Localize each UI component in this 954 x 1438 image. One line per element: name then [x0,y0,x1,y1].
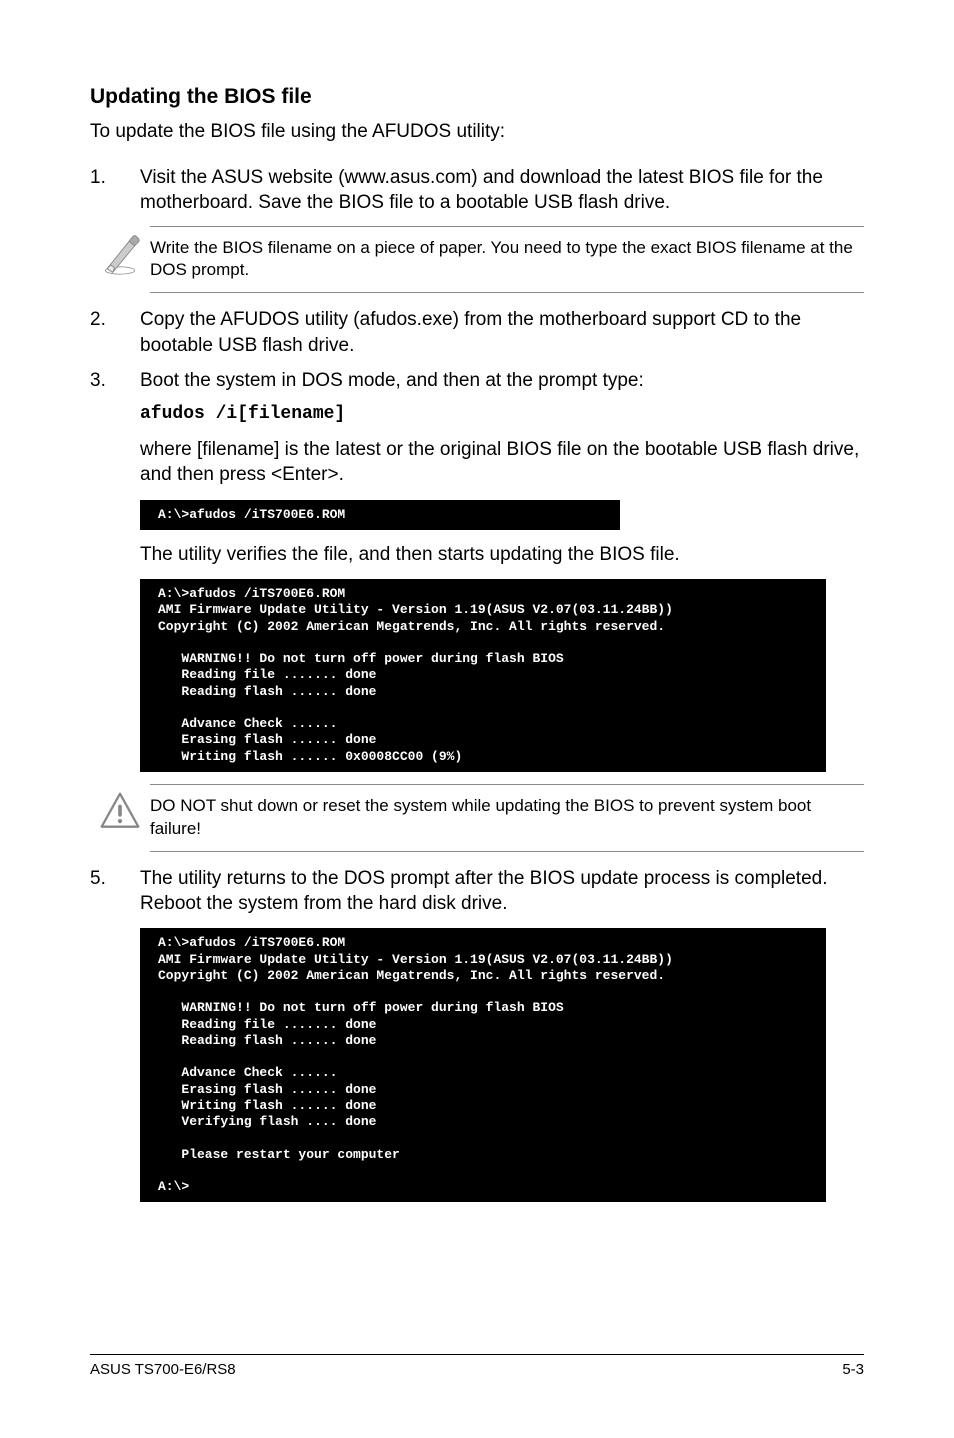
step-number: 2. [90,307,140,358]
step-2: 2. Copy the AFUDOS utility (afudos.exe) … [90,307,864,358]
step-text: Copy the AFUDOS utility (afudos.exe) fro… [140,307,864,358]
terminal-output-2: A:\>afudos /iTS700E6.ROM AMI Firmware Up… [140,579,826,772]
step-1: 1. Visit the ASUS website (www.asus.com)… [90,165,864,216]
step-5: 5. The utility returns to the DOS prompt… [90,866,864,917]
step-3b-text: where [filename] is the latest or the or… [140,437,864,488]
terminal-output-3: A:\>afudos /iTS700E6.ROM AMI Firmware Up… [140,928,826,1202]
warning-icon [90,784,150,834]
note-text: Write the BIOS filename on a piece of pa… [150,226,864,294]
step-text: The utility returns to the DOS prompt af… [140,866,864,917]
step-number: 3. [90,368,140,393]
step-text: Visit the ASUS website (www.asus.com) an… [140,165,864,216]
note-text: DO NOT shut down or reset the system whi… [150,784,864,852]
section-heading: Updating the BIOS file [90,85,864,109]
step-number: 5. [90,866,140,917]
footer-product: ASUS TS700-E6/RS8 [90,1361,236,1378]
footer-page-number: 5-3 [842,1361,864,1378]
step-3c-text: The utility verifies the file, and then … [140,542,864,567]
command-text: afudos /i[filename] [140,403,864,427]
pencil-icon [90,226,150,276]
note-pencil: Write the BIOS filename on a piece of pa… [90,226,864,294]
step-number: 1. [90,165,140,216]
step-3: 3. Boot the system in DOS mode, and then… [90,368,864,393]
page-footer: ASUS TS700-E6/RS8 5-3 [90,1354,864,1378]
terminal-output-1: A:\>afudos /iTS700E6.ROM [140,500,620,530]
note-warning: DO NOT shut down or reset the system whi… [90,784,864,852]
step-text: Boot the system in DOS mode, and then at… [140,368,864,393]
intro-text: To update the BIOS file using the AFUDOS… [90,121,864,143]
